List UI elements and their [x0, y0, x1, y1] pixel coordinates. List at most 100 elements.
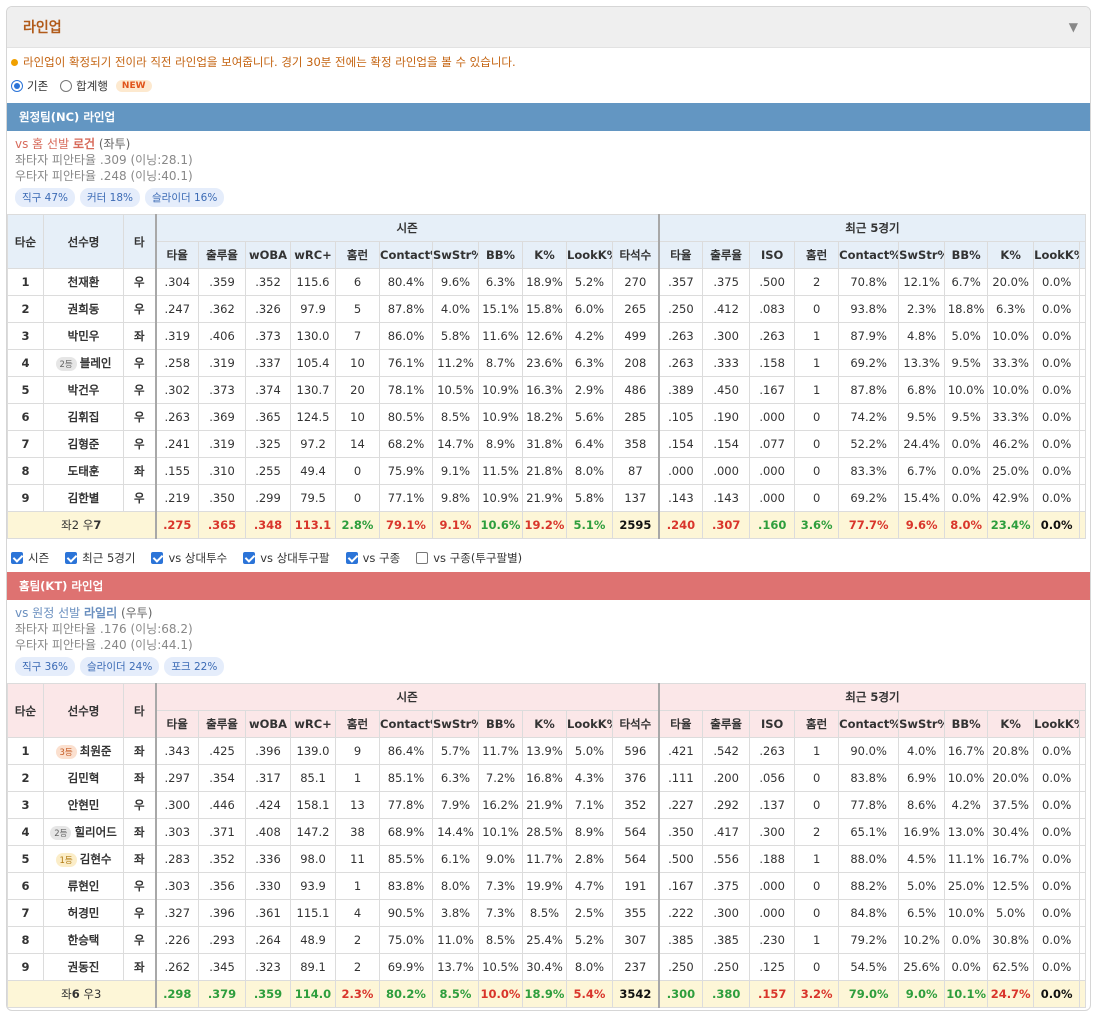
player-name-cell[interactable]: 박민우: [43, 322, 124, 350]
player-name-cell[interactable]: 1등 김현수: [43, 845, 124, 873]
player-name-cell[interactable]: 안현민: [43, 791, 124, 819]
player-name-cell[interactable]: 허경민: [43, 899, 124, 927]
player-name[interactable]: 박건우: [68, 383, 100, 397]
player-name-cell[interactable]: 도태훈: [43, 457, 124, 485]
player-name[interactable]: 김휘집: [68, 410, 100, 424]
recent-col-header[interactable]: BB%: [944, 710, 989, 738]
player-name[interactable]: 최원준: [80, 744, 112, 758]
season-col-header[interactable]: LookK%: [566, 710, 613, 738]
player-name[interactable]: 권희동: [68, 302, 100, 316]
recent-col-header[interactable]: 출루율: [702, 241, 751, 269]
season-col-header[interactable]: BB%: [478, 241, 523, 269]
player-name[interactable]: 김한별: [68, 491, 100, 505]
season-col-header[interactable]: SwStr%: [432, 241, 479, 269]
season-col-header[interactable]: 타율: [154, 241, 199, 269]
season-col-header[interactable]: Contact%: [379, 241, 433, 269]
filter-checkbox[interactable]: vs 상대투구팔: [243, 550, 330, 566]
season-col-header[interactable]: 타석수: [611, 710, 660, 738]
filter-checkbox[interactable]: 시즌: [11, 550, 49, 566]
radio-basic[interactable]: 기존: [11, 78, 48, 94]
player-name[interactable]: 김형준: [68, 437, 100, 451]
home-vs-label: vs 원정 선발: [15, 606, 81, 620]
season-col-header[interactable]: wRC+: [290, 710, 336, 738]
player-name-cell[interactable]: 김형준: [43, 430, 124, 458]
checkbox-box[interactable]: [243, 552, 256, 564]
season-col-header[interactable]: LookK%: [566, 241, 613, 269]
season-col-header[interactable]: 타석수: [611, 241, 660, 269]
player-name-cell[interactable]: 한승택: [43, 926, 124, 954]
recent-col-header[interactable]: Contact%: [838, 241, 900, 269]
recent-col-header[interactable]: ISO: [749, 241, 796, 269]
recent-col-header[interactable]: ISO: [749, 710, 796, 738]
checkbox-box[interactable]: [11, 552, 23, 564]
season-col-header[interactable]: SwStr%: [432, 710, 479, 738]
player-name-cell[interactable]: 김휘집: [43, 403, 124, 431]
recent-col-header[interactable]: 타율: [657, 710, 704, 738]
checkbox-box[interactable]: [151, 552, 164, 564]
season-col-header[interactable]: K%: [522, 710, 567, 738]
season-col-header[interactable]: K%: [522, 241, 567, 269]
player-name[interactable]: 도태훈: [68, 464, 100, 478]
season-col-header[interactable]: BB%: [478, 710, 523, 738]
panel-header[interactable]: 라인업 ▼: [7, 7, 1090, 48]
player-name[interactable]: 한승택: [68, 933, 100, 947]
filter-checkbox[interactable]: vs 구종: [345, 550, 400, 566]
player-name[interactable]: 김현수: [80, 852, 112, 866]
player-name-cell[interactable]: 권동진: [43, 953, 124, 981]
recent-col-header[interactable]: 홈런: [794, 710, 840, 738]
recent-col-header[interactable]: SwStr%: [898, 241, 946, 269]
recent-col-header[interactable]: K%: [987, 710, 1035, 738]
season-col-header[interactable]: 출루율: [198, 241, 246, 269]
radio-sum-row[interactable]: 합계행: [60, 78, 108, 94]
recent-col-header[interactable]: K%: [987, 241, 1035, 269]
player-name[interactable]: 허경민: [68, 906, 100, 920]
radio-sum-dot[interactable]: [60, 80, 73, 92]
season-col-header[interactable]: wOBA: [245, 241, 291, 269]
player-name[interactable]: 안현민: [68, 798, 100, 812]
player-name[interactable]: 블레인: [80, 356, 112, 370]
player-name[interactable]: 힐리어드: [74, 825, 116, 839]
checkbox-box[interactable]: [416, 552, 429, 564]
player-name-cell[interactable]: 김한별: [43, 484, 124, 512]
season-col-header[interactable]: Contact%: [379, 710, 433, 738]
filter-checkbox[interactable]: vs 상대투수: [151, 550, 227, 566]
recent-col-header[interactable]: 출루율: [702, 710, 751, 738]
player-name-cell[interactable]: 2등 힐리어드: [43, 818, 124, 846]
season-col-header[interactable]: 타율: [154, 710, 199, 738]
player-name[interactable]: 박민우: [68, 329, 100, 343]
player-name[interactable]: 김민혁: [68, 771, 100, 785]
season-col-header[interactable]: 출루율: [198, 710, 246, 738]
player-name[interactable]: 류현인: [68, 879, 100, 893]
player-name-cell[interactable]: 권희동: [43, 295, 124, 323]
player-name-cell[interactable]: 김민혁: [43, 764, 124, 792]
recent-col-header[interactable]: LookK%: [1033, 241, 1081, 269]
season-col-header[interactable]: wOBA: [245, 710, 291, 738]
checkbox-box[interactable]: [345, 552, 358, 564]
player-name-cell[interactable]: 류현인: [43, 872, 124, 900]
home-pitcher-name[interactable]: 라일리: [84, 606, 117, 620]
player-name-cell[interactable]: 3등 최원준: [43, 737, 124, 765]
recent-col-header[interactable]: 타율: [657, 241, 704, 269]
player-name-cell[interactable]: 천재환: [43, 268, 124, 296]
player-name[interactable]: 천재환: [68, 275, 100, 289]
recent-col-header[interactable]: LookK%: [1033, 710, 1081, 738]
recent-col-header[interactable]: SwStr%: [898, 710, 946, 738]
player-name-cell[interactable]: 2등 블레인: [43, 349, 124, 377]
season-col-header[interactable]: wRC+: [290, 241, 336, 269]
recent-col-header[interactable]: Contact%: [838, 710, 900, 738]
recent-col-header[interactable]: 홈런: [794, 241, 840, 269]
filter-checkbox[interactable]: 최근 5경기: [65, 550, 135, 566]
season-stat-cell: .406: [198, 322, 246, 350]
checkbox-box[interactable]: [65, 552, 78, 564]
player-name-cell[interactable]: 박건우: [43, 376, 124, 404]
table-row: 7 김형준 우 .241.319.325 97.2 14 68.2% 14.7% 8.9% 31.…: [7, 430, 1087, 458]
radio-basic-dot[interactable]: [11, 80, 23, 92]
recent-col-header[interactable]: BB%: [944, 241, 989, 269]
collapse-triangle-icon[interactable]: ▼: [1069, 20, 1078, 34]
season-col-header[interactable]: 홈런: [335, 241, 380, 269]
player-name[interactable]: 권동진: [68, 960, 100, 974]
season-col-header[interactable]: 홈런: [335, 710, 380, 738]
filter-checkbox[interactable]: vs 구종(투구팔별): [416, 550, 522, 566]
away-pitcher-name[interactable]: 로건: [73, 137, 95, 151]
recent-stat-cell: .188: [749, 845, 796, 873]
